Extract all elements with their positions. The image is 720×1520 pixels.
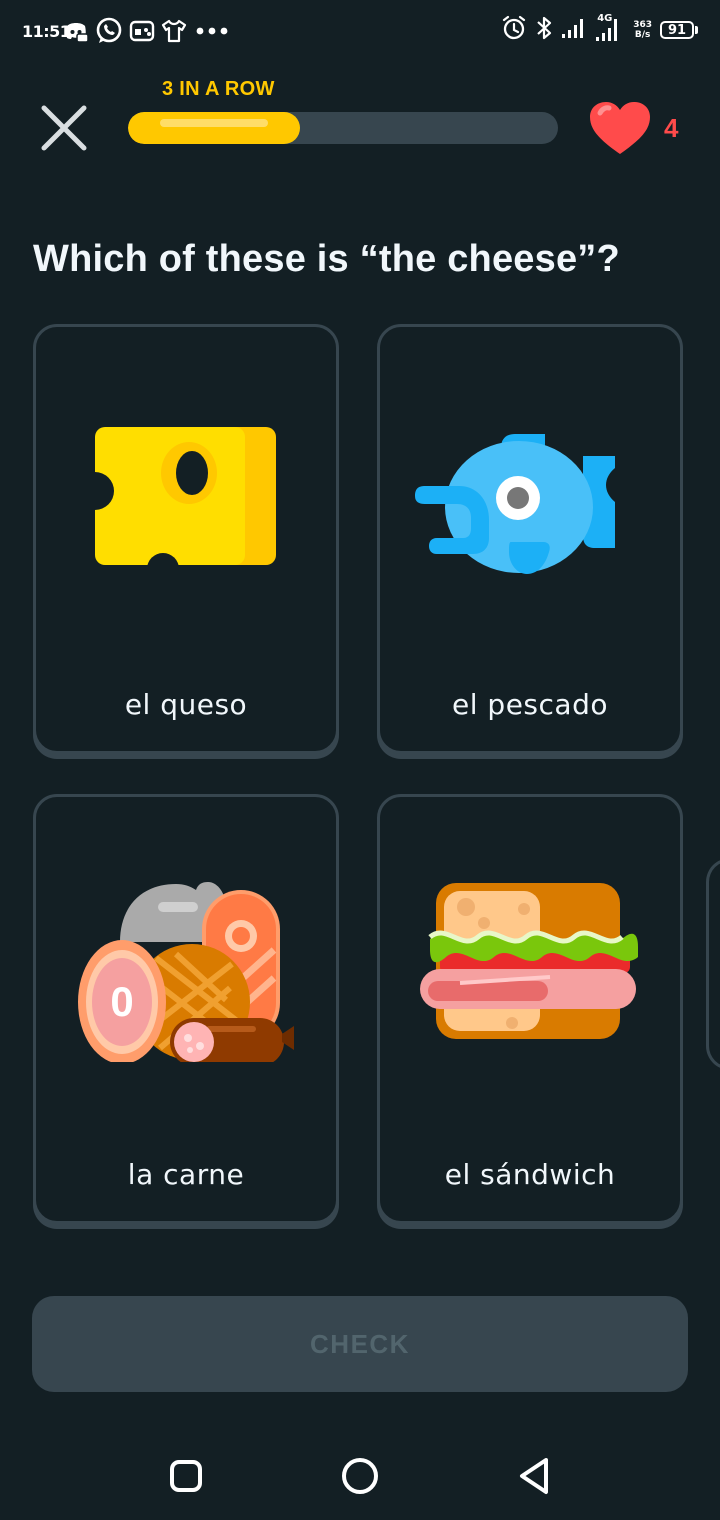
alarm-icon bbox=[501, 14, 527, 46]
system-icons: 4G 363 B/s 91 bbox=[501, 13, 698, 46]
sandwich-icon bbox=[420, 883, 638, 1039]
meat-icon: 0 bbox=[78, 882, 294, 1062]
recents-button[interactable] bbox=[162, 1452, 210, 1500]
hearts-counter[interactable]: 4 bbox=[588, 100, 678, 156]
choice-label: el sándwich bbox=[444, 1158, 616, 1191]
circle-icon bbox=[342, 1458, 378, 1494]
more-dots-icon bbox=[192, 17, 232, 45]
check-button[interactable]: CHECK bbox=[32, 1296, 688, 1392]
choice-label: el pescado bbox=[452, 688, 608, 721]
choice-art: 0 bbox=[36, 797, 336, 1127]
heart-icon bbox=[590, 102, 650, 154]
question-title: Which of these is “the cheese”? bbox=[33, 238, 620, 280]
battery-indicator: 91 bbox=[660, 21, 698, 39]
side-panel-handle[interactable] bbox=[706, 858, 720, 1070]
streak-label: 3 IN A ROW bbox=[162, 78, 275, 100]
shirt-icon bbox=[160, 17, 188, 45]
home-button[interactable] bbox=[336, 1452, 384, 1500]
gamepad-icon bbox=[128, 17, 156, 45]
battery-level: 91 bbox=[660, 21, 694, 39]
signal-4g-icon: 4G bbox=[595, 13, 625, 45]
back-triangle-icon bbox=[520, 1458, 548, 1494]
status-bar: 11:51 4G 363 B/s 91 bbox=[0, 0, 720, 64]
fish-icon bbox=[415, 434, 615, 574]
choice-card-el-pescado[interactable]: el pescado bbox=[377, 324, 683, 754]
choice-label: el queso bbox=[124, 688, 248, 721]
choice-art bbox=[380, 797, 680, 1127]
back-button[interactable] bbox=[510, 1452, 558, 1500]
svg-text:0: 0 bbox=[110, 978, 133, 1025]
lesson-progress-bar bbox=[128, 112, 558, 144]
cheese-icon bbox=[91, 427, 276, 567]
progress-shine bbox=[160, 119, 268, 127]
square-icon bbox=[170, 1460, 202, 1492]
close-icon bbox=[41, 105, 87, 151]
signal-icon bbox=[561, 14, 587, 46]
notification-icons bbox=[62, 16, 232, 46]
choice-card-el-sandwich[interactable]: el sándwich bbox=[377, 794, 683, 1224]
choice-label: la carne bbox=[127, 1158, 245, 1191]
whatsapp-icon bbox=[94, 16, 124, 46]
battery-nub bbox=[695, 26, 698, 34]
bluetooth-icon bbox=[535, 14, 553, 46]
close-button[interactable] bbox=[36, 100, 92, 156]
choice-card-el-queso[interactable]: el queso bbox=[33, 324, 339, 754]
progress-fill bbox=[128, 112, 300, 144]
network-speed: 363 B/s bbox=[633, 20, 652, 40]
choice-card-la-carne[interactable]: 0 la carne bbox=[33, 794, 339, 1224]
discord-icon bbox=[62, 17, 90, 45]
choice-art bbox=[380, 327, 680, 657]
hearts-count: 4 bbox=[664, 112, 679, 143]
choice-art bbox=[36, 327, 336, 657]
system-nav-bar bbox=[0, 1430, 720, 1520]
